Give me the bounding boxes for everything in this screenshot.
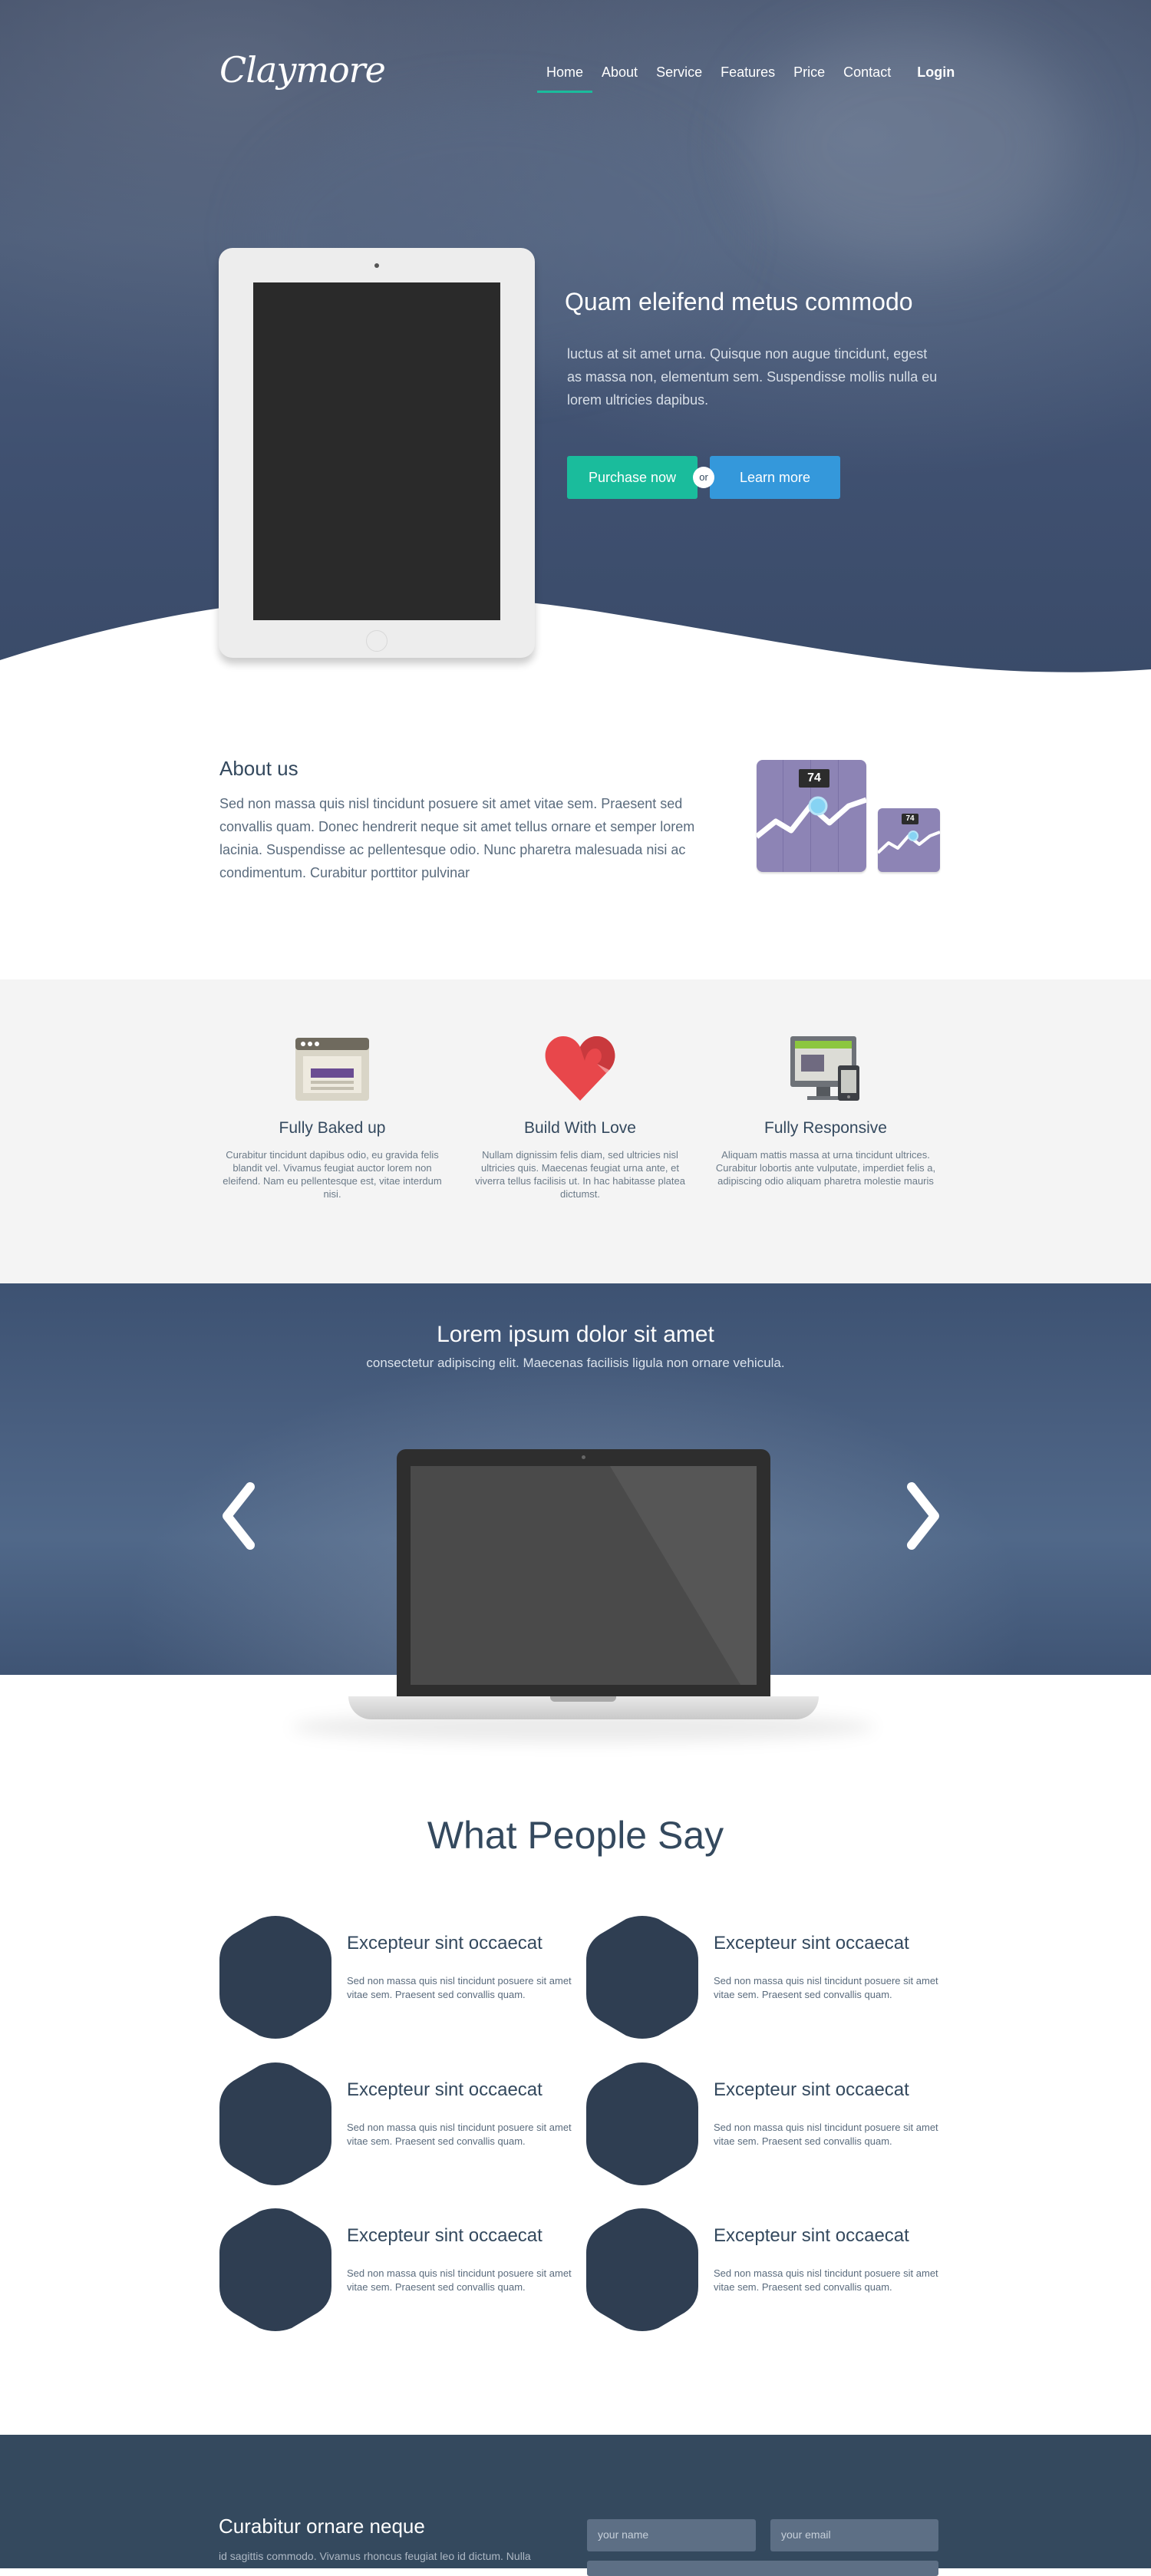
- testimonial-item: Excepteur sint occaecat Sed non massa qu…: [586, 2062, 947, 2185]
- feature-build-with-love: Build With Love Nullam dignissim felis d…: [465, 1033, 695, 1200]
- feature-fully-responsive: Fully Responsive Aliquam mattis massa at…: [711, 1033, 941, 1187]
- feature-title: Build With Love: [524, 1119, 636, 1137]
- feature-text: Nullam dignissim felis diam, sed ultrici…: [475, 1149, 685, 1200]
- testimonial-title: Excepteur sint occaecat: [714, 2079, 909, 2100]
- tablet-home-button: [366, 630, 388, 652]
- testimonial-text: Sed non massa quis nisl tincidunt posuer…: [714, 2122, 938, 2147]
- feature-baked-up: Fully Baked up Curabitur tincidunt dapib…: [217, 1033, 447, 1200]
- stat-value-label: 74: [799, 769, 829, 788]
- stat-value-label: 74: [902, 814, 918, 824]
- heart-icon: [542, 1033, 618, 1104]
- site-logo[interactable]: Claymore: [219, 49, 386, 91]
- feature-title: Fully Responsive: [764, 1119, 887, 1137]
- nav-item-service[interactable]: Service: [647, 64, 711, 81]
- hero-text: luctus at sit amet urna. Quisque non aug…: [567, 346, 938, 408]
- slider-title: Lorem ipsum dolor sit amet: [437, 1322, 714, 1347]
- or-separator: or: [693, 467, 714, 488]
- slider-next-arrow-icon[interactable]: [899, 1478, 945, 1554]
- laptop-screen: [411, 1466, 757, 1685]
- tablet-camera: [374, 263, 379, 268]
- avatar-hexagon: [586, 2062, 698, 2185]
- testimonial-title: Excepteur sint occaecat: [347, 2225, 543, 2246]
- hero-wave-divider: [0, 595, 1151, 683]
- tablet-screen: [253, 282, 500, 620]
- testimonials-title: What People Say: [427, 1814, 724, 1857]
- testimonial-title: Excepteur sint occaecat: [347, 1933, 543, 1953]
- slider-prev-arrow-icon[interactable]: [216, 1478, 262, 1554]
- email-field[interactable]: your email: [770, 2519, 938, 2551]
- testimonial-text: Sed non massa quis nisl tincidunt posuer…: [347, 2267, 572, 2293]
- footer-section: [0, 2435, 1151, 2568]
- avatar-hexagon: [219, 2062, 331, 2185]
- avatar-hexagon: [586, 2208, 698, 2331]
- name-field[interactable]: your name: [587, 2519, 756, 2551]
- nav-item-about[interactable]: About: [592, 64, 647, 81]
- avatar-hexagon: [219, 2208, 331, 2331]
- testimonial-text: Sed non massa quis nisl tincidunt posuer…: [714, 1975, 938, 2000]
- tablet-device-image: [219, 248, 535, 658]
- stats-chart-icon: 74: [757, 760, 866, 872]
- stats-chart-small-icon: 74: [878, 808, 940, 872]
- features-section: Fully Baked up Curabitur tincidunt dapib…: [0, 979, 1151, 1283]
- browser-window-icon: [294, 1033, 371, 1104]
- feature-text: Curabitur tincidunt dapibus odio, eu gra…: [223, 1149, 442, 1200]
- nav-item-price[interactable]: Price: [784, 64, 834, 81]
- hero-section: [0, 0, 1151, 675]
- learn-more-button[interactable]: Learn more: [710, 456, 840, 499]
- testimonial-text: Sed non massa quis nisl tincidunt posuer…: [714, 2267, 938, 2293]
- nav-item-home[interactable]: Home: [537, 64, 593, 93]
- about-text: Sed non massa quis nisl tincidunt posuer…: [219, 796, 695, 880]
- footer-title: Curabitur ornare neque: [219, 2515, 425, 2538]
- testimonial-text: Sed non massa quis nisl tincidunt posuer…: [347, 1975, 572, 2000]
- nav-item-contact[interactable]: Contact: [834, 64, 900, 81]
- testimonial-item: Excepteur sint occaecat Sed non massa qu…: [219, 2062, 580, 2185]
- laptop-device-image: [397, 1449, 770, 1696]
- footer-text: id sagittis commodo. Vivamus rhoncus feu…: [219, 2550, 531, 2562]
- testimonial-item: Excepteur sint occaecat Sed non massa qu…: [219, 1916, 580, 2039]
- avatar-hexagon: [586, 1916, 698, 2039]
- feature-title: Fully Baked up: [279, 1119, 386, 1137]
- testimonial-item: Excepteur sint occaecat Sed non massa qu…: [219, 2208, 580, 2331]
- purchase-now-button[interactable]: Purchase now: [567, 456, 698, 499]
- laptop-notch: [550, 1696, 616, 1702]
- slider-subtitle: consectetur adipiscing elit. Maecenas fa…: [366, 1356, 785, 1370]
- hero-title: Quam eleifend metus commodo: [565, 288, 913, 315]
- testimonial-title: Excepteur sint occaecat: [714, 1933, 909, 1953]
- devices-icon: [787, 1033, 864, 1104]
- testimonial-title: Excepteur sint occaecat: [714, 2225, 909, 2246]
- testimonial-item: Excepteur sint occaecat Sed non massa qu…: [586, 2208, 947, 2331]
- about-title: About us: [219, 757, 298, 780]
- avatar-hexagon: [219, 1916, 331, 2039]
- laptop-camera: [582, 1455, 585, 1459]
- testimonial-title: Excepteur sint occaecat: [347, 2079, 543, 2100]
- testimonial-text: Sed non massa quis nisl tincidunt posuer…: [347, 2122, 572, 2147]
- testimonial-item: Excepteur sint occaecat Sed non massa qu…: [586, 1916, 947, 2039]
- login-link[interactable]: Login: [908, 64, 964, 81]
- feature-text: Aliquam mattis massa at urna tincidunt u…: [715, 1149, 936, 1187]
- main-nav: Home About Service Features Price Contac…: [537, 64, 964, 93]
- nav-item-features[interactable]: Features: [711, 64, 784, 81]
- message-field[interactable]: [587, 2561, 938, 2576]
